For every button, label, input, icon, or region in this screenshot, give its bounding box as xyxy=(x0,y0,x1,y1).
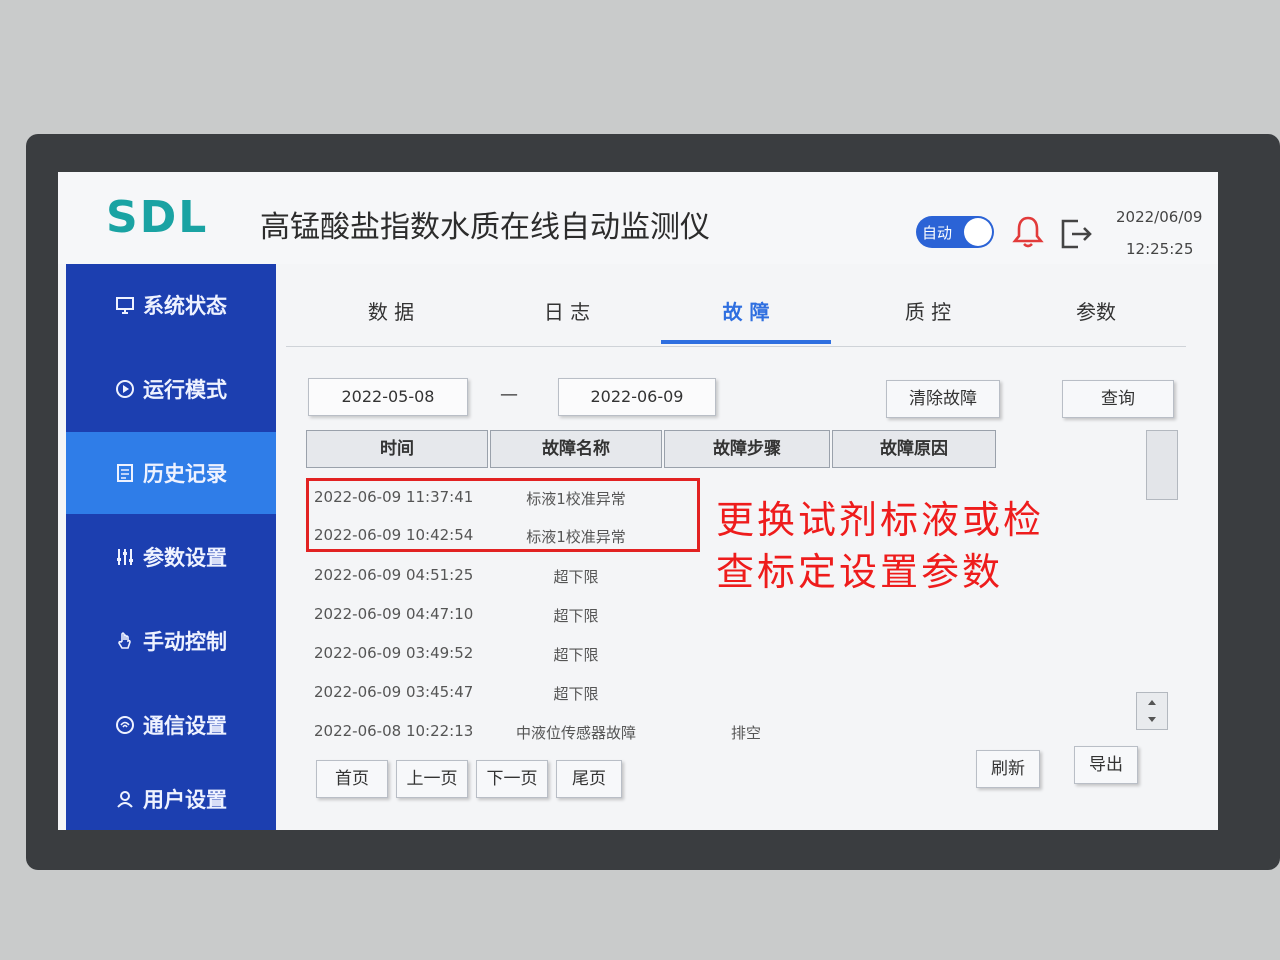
sidebar-item-label: 通信设置 xyxy=(143,714,227,738)
tab-parameters[interactable]: 参数 xyxy=(1011,284,1181,340)
cell-fault-name: 超下限 xyxy=(553,685,599,703)
column-header-fault-step: 故障步骤 xyxy=(664,430,830,468)
table-row[interactable]: 2022-06-09 04:47:10 超下限 xyxy=(306,595,1126,633)
user-icon xyxy=(117,791,133,808)
hand-icon xyxy=(118,632,131,649)
header-time: 12:25:25 xyxy=(1126,240,1194,258)
sidebar-item-parameters[interactable]: 参数设置 xyxy=(66,516,276,598)
sidebar-item-system-status[interactable]: 系统状态 xyxy=(66,264,276,346)
next-page-button[interactable]: 下一页 xyxy=(476,760,548,798)
auto-mode-toggle[interactable]: 自动 xyxy=(916,216,994,248)
tab-fault[interactable]: 故 障 xyxy=(661,284,831,344)
annotation-line-2: 查标定设置参数 xyxy=(716,550,1004,594)
end-date-field[interactable]: 2022-06-09 xyxy=(558,378,716,416)
highlight-box xyxy=(306,478,700,552)
clear-faults-button[interactable]: 清除故障 xyxy=(886,380,1000,418)
document-icon xyxy=(117,464,133,482)
sidebar-item-manual-control[interactable]: 手动控制 xyxy=(66,600,276,682)
sidebar-item-label: 手动控制 xyxy=(143,630,227,654)
prev-page-button[interactable]: 上一页 xyxy=(396,760,468,798)
cell-fault-name: 超下限 xyxy=(553,646,599,664)
first-page-button[interactable]: 首页 xyxy=(316,760,388,798)
brand-logo: SDL xyxy=(106,192,209,243)
date-separator: — xyxy=(500,384,518,405)
sidebar-item-label: 历史记录 xyxy=(143,462,227,486)
sidebar-item-label: 运行模式 xyxy=(143,378,227,402)
cell-time: 2022-06-09 03:45:47 xyxy=(314,683,474,701)
table-scrollbar[interactable] xyxy=(1146,430,1178,500)
scroll-arrows-icon xyxy=(1148,700,1156,722)
refresh-button[interactable]: 刷新 xyxy=(976,750,1040,788)
cell-time: 2022-06-08 10:22:13 xyxy=(314,722,474,740)
column-header-fault-name: 故障名称 xyxy=(490,430,662,468)
annotation-text: 更换试剂标液或检 查标定设置参数 xyxy=(716,494,1116,598)
column-header-time: 时间 xyxy=(306,430,488,468)
table-row[interactable]: 2022-06-09 03:45:47 超下限 xyxy=(306,673,1126,711)
play-circle-icon xyxy=(116,380,134,398)
toggle-knob xyxy=(964,218,992,246)
cell-fault-name: 中液位传感器故障 xyxy=(515,724,636,742)
header-date: 2022/06/09 xyxy=(1116,208,1203,226)
history-tabs: 数 据 日 志 故 障 质 控 参数 xyxy=(286,284,1186,344)
cell-time: 2022-06-09 03:49:52 xyxy=(314,644,474,662)
monitor-icon xyxy=(116,297,134,314)
exit-icon[interactable] xyxy=(1058,216,1094,252)
sidebar-item-label: 参数设置 xyxy=(143,546,227,570)
app-header: SDL 高锰酸盐指数水质在线自动监测仪 自动 2022/06/09 12:25:… xyxy=(58,172,1218,264)
sidebar-item-user[interactable]: 用户设置 xyxy=(66,758,276,830)
app-title: 高锰酸盐指数水质在线自动监测仪 xyxy=(260,210,710,245)
sidebar-item-run-mode[interactable]: 运行模式 xyxy=(66,348,276,430)
cell-time: 2022-06-09 04:47:10 xyxy=(314,605,474,623)
cell-time: 2022-06-09 04:51:25 xyxy=(314,566,474,584)
export-button[interactable]: 导出 xyxy=(1074,746,1138,784)
sidebar: 系统状态 运行模式 历史记录 参数设置 手动控制 通信设置 用户设置 xyxy=(66,264,276,830)
query-button[interactable]: 查询 xyxy=(1062,380,1174,418)
sidebar-item-history[interactable]: 历史记录 xyxy=(66,432,276,514)
tab-log[interactable]: 日 志 xyxy=(482,284,652,340)
tabs-divider xyxy=(286,346,1186,347)
signal-icon xyxy=(116,716,134,734)
auto-mode-label: 自动 xyxy=(922,224,953,242)
start-date-field[interactable]: 2022-05-08 xyxy=(308,378,468,416)
scroll-arrows[interactable] xyxy=(1136,692,1168,730)
cell-fault-step: 排空 xyxy=(730,724,761,742)
sidebar-item-label: 用户设置 xyxy=(143,788,227,812)
bell-icon[interactable] xyxy=(1010,214,1046,250)
annotation-line-1: 更换试剂标液或检 xyxy=(716,498,1045,542)
sliders-icon xyxy=(117,549,133,565)
last-page-button[interactable]: 尾页 xyxy=(556,760,622,798)
table-row[interactable]: 2022-06-09 03:49:52 超下限 xyxy=(306,634,1126,672)
cell-fault-name: 超下限 xyxy=(553,607,599,625)
column-header-fault-reason: 故障原因 xyxy=(832,430,996,468)
tab-quality-control[interactable]: 质 控 xyxy=(843,284,1013,340)
sidebar-item-label: 系统状态 xyxy=(143,294,227,318)
tab-data[interactable]: 数 据 xyxy=(306,284,476,340)
cell-fault-name: 超下限 xyxy=(553,568,599,586)
sidebar-item-communication[interactable]: 通信设置 xyxy=(66,684,276,766)
table-row[interactable]: 2022-06-08 10:22:13 中液位传感器故障 排空 xyxy=(306,712,1126,750)
